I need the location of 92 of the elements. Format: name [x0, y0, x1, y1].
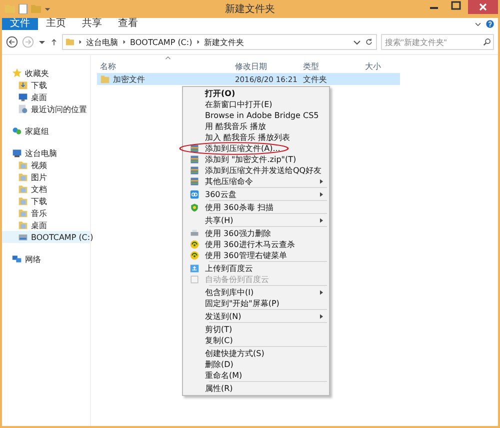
- file-menu-button[interactable]: 文件: [2, 18, 38, 30]
- folder-icon: [66, 38, 74, 46]
- menu-item[interactable]: 上传到百度云: [183, 263, 329, 274]
- menu-item[interactable]: 在新窗口中打开(E): [183, 99, 329, 110]
- folder-icon: [18, 196, 28, 206]
- folder-icon: [18, 208, 28, 218]
- menu-item[interactable]: 剪切(T): [183, 324, 329, 335]
- menu-item[interactable]: 360云盘: [183, 189, 329, 200]
- sort-caret-icon: [165, 56, 171, 60]
- expand-ribbon-icon[interactable]: [474, 20, 482, 28]
- help-icon[interactable]: [486, 20, 494, 28]
- search-field[interactable]: 搜索"新建文件夹": [381, 34, 494, 50]
- folder-icon: [18, 160, 28, 170]
- nav-item[interactable]: 网络: [2, 253, 90, 265]
- menu-item[interactable]: 加入 酷我音乐 播放列表: [183, 132, 329, 143]
- recent-places-icon: [18, 104, 28, 114]
- desktop-icon: [18, 92, 28, 102]
- back-icon[interactable]: [6, 36, 18, 48]
- upload-cloud-icon: [190, 264, 198, 273]
- column-header[interactable]: 名称: [97, 60, 235, 72]
- recent-locations-caret-icon[interactable]: [38, 38, 46, 46]
- network-icon: [12, 254, 22, 264]
- menu-item[interactable]: 复制(C): [183, 335, 329, 346]
- homegroup-icon: [12, 126, 22, 136]
- folder-icon: [18, 220, 28, 230]
- nav-item[interactable]: 图片: [2, 171, 90, 183]
- menu-item[interactable]: Browse in Adobe Bridge CS5: [183, 110, 329, 121]
- checkbox-icon: [190, 275, 198, 284]
- nav-item[interactable]: 桌面: [2, 219, 90, 231]
- nav-item[interactable]: 下载: [2, 79, 90, 91]
- menu-item[interactable]: 添加到压缩文件并发送给QQ好友: [183, 165, 329, 176]
- nav-item[interactable]: 下载: [2, 195, 90, 207]
- menu-item[interactable]: 使用 360进行木马云查杀: [183, 239, 329, 250]
- menu-item[interactable]: 固定到"开始"屏幕(P): [183, 298, 329, 309]
- chevron-icon[interactable]: [196, 39, 200, 45]
- menu-item[interactable]: 添加到压缩文件(A)...: [183, 143, 329, 154]
- download-icon: [18, 80, 28, 90]
- breadcrumb[interactable]: 这台电脑: [86, 36, 118, 48]
- file-type: 文件夹: [303, 74, 328, 84]
- archive-icon: [190, 177, 198, 186]
- menu-item[interactable]: 包含到库中(I): [183, 287, 329, 298]
- menu-item[interactable]: 删除(D): [183, 359, 329, 370]
- nav-item[interactable]: 文档: [2, 183, 90, 195]
- shield-icon: [190, 203, 198, 212]
- archive-icon: [190, 166, 198, 175]
- menu-item[interactable]: 属性(R): [183, 383, 329, 394]
- nav-item[interactable]: 最近访问的位置: [2, 103, 90, 115]
- chevron-icon[interactable]: [78, 39, 82, 45]
- menu-item[interactable]: 使用 360强力删除: [183, 228, 329, 239]
- menu-item[interactable]: 使用 360杀毒 扫描: [183, 202, 329, 213]
- nav-item[interactable]: 家庭组: [2, 125, 90, 137]
- menu-item[interactable]: 用 酷我音乐 播放: [183, 121, 329, 132]
- drive-icon: [18, 232, 28, 242]
- nav-item[interactable]: BOOTCAMP (C:): [2, 231, 90, 243]
- up-arrow-icon[interactable]: [50, 38, 58, 46]
- refresh-icon[interactable]: [365, 38, 373, 46]
- address-bar[interactable]: 这台电脑 BOOTCAMP (C:) 新建文件夹: [62, 34, 377, 50]
- folder-icon: [18, 172, 28, 182]
- column-header[interactable]: 大小: [365, 60, 403, 72]
- menu-item[interactable]: 创建快捷方式(S): [183, 348, 329, 359]
- folder-icon: [18, 184, 28, 194]
- menu-item[interactable]: 共享(H): [183, 215, 329, 226]
- nav-item[interactable]: 这台电脑: [2, 147, 90, 159]
- menu-item[interactable]: 添加到 "加密文件.zip"(T): [183, 154, 329, 165]
- column-header[interactable]: 类型: [303, 60, 365, 72]
- column-header[interactable]: 修改日期: [235, 60, 303, 72]
- menu-item[interactable]: 其他压缩命令: [183, 176, 329, 187]
- search-icon: [483, 38, 491, 46]
- breadcrumb[interactable]: 新建文件夹: [204, 36, 244, 48]
- menu-item[interactable]: 发送到(N): [183, 311, 329, 322]
- nav-item[interactable]: 收藏夹: [2, 67, 90, 79]
- window-title: 新建文件夹: [225, 2, 275, 16]
- computer-icon: [12, 148, 22, 158]
- archive-icon: [190, 155, 198, 164]
- close-icon[interactable]: [468, 0, 498, 14]
- file-name: 加密文件: [113, 74, 145, 84]
- chevron-icon[interactable]: [122, 39, 126, 45]
- breadcrumb[interactable]: BOOTCAMP (C:): [130, 38, 192, 46]
- cloud-icon: [190, 190, 198, 199]
- menu-item[interactable]: 使用 360管理右键菜单: [183, 250, 329, 261]
- folder-icon: [100, 74, 110, 84]
- ribbon-tab[interactable]: 查看: [110, 18, 146, 30]
- nav-item[interactable]: 桌面: [2, 91, 90, 103]
- ribbon-tab[interactable]: 主页: [38, 18, 74, 30]
- menu-item[interactable]: 重命名(M): [183, 370, 329, 381]
- nav-item[interactable]: 视频: [2, 159, 90, 171]
- history-caret-icon[interactable]: [353, 38, 361, 46]
- star-icon: [12, 68, 22, 78]
- properties-icon[interactable]: [18, 4, 28, 14]
- ribbon-tab[interactable]: 共享: [74, 18, 110, 30]
- menu-item[interactable]: 打开(O): [183, 88, 329, 99]
- nav-item[interactable]: 音乐: [2, 207, 90, 219]
